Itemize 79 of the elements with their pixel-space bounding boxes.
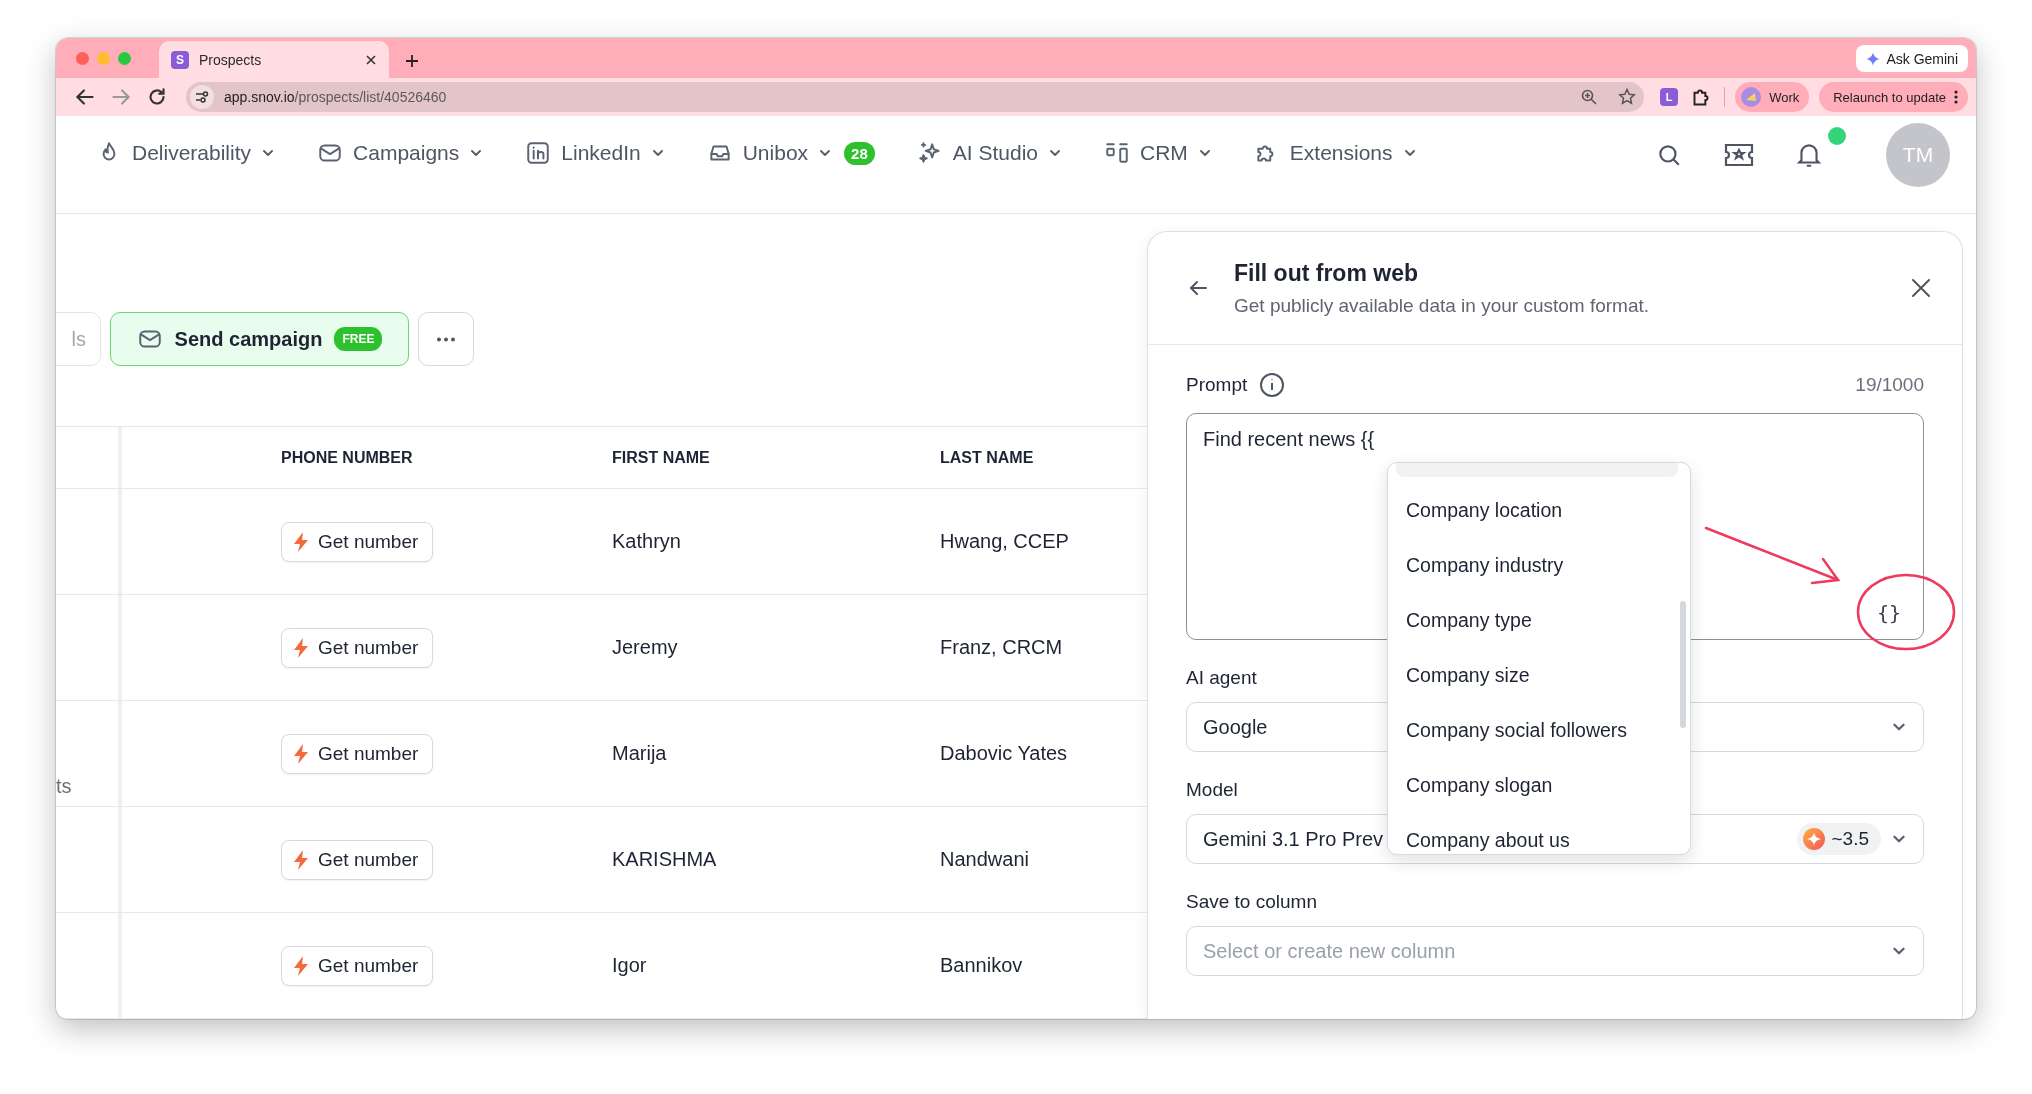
star-coin-icon [1803, 828, 1826, 850]
browser-tab[interactable]: S Prospects [159, 41, 389, 78]
dropdown-option[interactable]: Company location [1388, 483, 1668, 538]
dropdown-option[interactable]: Company industry [1388, 538, 1668, 593]
table-cell: Hwang, CCEP [940, 530, 1069, 553]
get-number-button[interactable]: Get number [281, 945, 434, 986]
close-button[interactable] [1910, 277, 1932, 299]
bell-icon [1796, 141, 1822, 169]
nav-menu-item[interactable]: LinkedIn [525, 140, 665, 166]
table-cell: Jeremy [612, 636, 678, 659]
new-tab-icon[interactable] [405, 54, 419, 68]
ask-gemini-button[interactable]: Ask Gemini [1856, 45, 1968, 72]
column-header: LAST NAME [940, 448, 1034, 467]
info-icon[interactable] [1259, 372, 1286, 398]
scrollbar-thumb[interactable] [1680, 601, 1686, 728]
linkedin-icon [525, 140, 552, 166]
character-counter: 19/1000 [1855, 374, 1924, 396]
dropdown-option[interactable]: Company size [1388, 648, 1668, 703]
lightning-icon [292, 742, 310, 765]
ticket-button[interactable] [1722, 141, 1756, 169]
table-cell: KARISHMA [612, 848, 717, 871]
nav-menu-item[interactable]: Extensions [1253, 140, 1417, 166]
sparkles-icon [916, 140, 943, 166]
table-cell: Kathryn [612, 530, 681, 553]
table-cell: Marija [612, 742, 667, 765]
address-bar[interactable]: app.snov.io/prospects/list/40526460 [186, 82, 1645, 112]
get-number-button[interactable]: Get number [281, 521, 434, 562]
table-cell: Bannikov [940, 954, 1023, 977]
get-number-button[interactable]: Get number [281, 733, 434, 774]
count-badge: 28 [844, 141, 875, 165]
variable-button[interactable]: {} [1868, 597, 1909, 629]
more-icon [1954, 90, 1958, 104]
dropdown-option[interactable]: Company slogan [1388, 758, 1668, 813]
table-cell: Igor [612, 954, 647, 977]
dropdown-option[interactable]: Company type [1388, 593, 1668, 648]
star-icon[interactable] [1618, 88, 1637, 106]
nav-menu-item[interactable]: Campaigns [317, 140, 484, 166]
table-cell: Dabovic Yates [940, 742, 1068, 765]
table-cell: Nandwani [940, 848, 1029, 871]
panel-title: Fill out from web [1234, 259, 1419, 287]
lightning-icon [292, 954, 310, 977]
column-header: PHONE NUMBER [281, 448, 413, 467]
close-icon[interactable] [365, 53, 377, 66]
nav-menu-item[interactable]: Deliverability [96, 140, 276, 166]
send-campaign-button[interactable]: Send campaign FREE [110, 312, 409, 366]
side-label: ts [56, 775, 72, 798]
search-icon [1656, 142, 1682, 168]
nav-menu-item[interactable]: CRM [1104, 140, 1212, 166]
field-label: Save to column [1186, 890, 1317, 914]
nav-menu-item[interactable]: AI Studio [916, 140, 1062, 166]
ticket-icon [1722, 141, 1756, 169]
columns-icon [1104, 140, 1130, 166]
credits-badge: ~3.5 [1797, 823, 1881, 855]
more-icon [436, 336, 456, 342]
favicon: S [171, 50, 189, 69]
free-badge: FREE [334, 327, 383, 351]
url-text: app.snov.io/prospects/list/40526460 [224, 89, 448, 105]
close-icon [1910, 277, 1932, 299]
avatar-icon [1741, 87, 1762, 107]
dropdown-option[interactable]: Company about us [1388, 813, 1668, 854]
get-number-button[interactable]: Get number [281, 839, 434, 880]
search-button[interactable] [1656, 142, 1682, 168]
table-cell: Franz, CRCM [940, 636, 1063, 659]
lightning-icon [292, 530, 310, 553]
panel-subtitle: Get publicly available data in your custom format. [1234, 294, 1651, 317]
field-label: Model [1186, 778, 1238, 802]
zoom-icon[interactable] [1580, 88, 1599, 106]
nav-menu-item[interactable]: Unibox 28 [706, 140, 875, 166]
profile-button[interactable]: Work [1735, 82, 1810, 112]
lightning-icon [292, 636, 310, 659]
site-settings-icon[interactable] [194, 89, 210, 105]
field-label: AI agent [1186, 666, 1257, 690]
field-label: Prompt [1186, 374, 1248, 396]
relaunch-button[interactable]: Relaunch to update [1819, 82, 1968, 112]
get-number-button[interactable]: Get number [281, 627, 434, 668]
extension-icon[interactable]: L [1660, 88, 1679, 106]
lightning-icon [292, 848, 310, 871]
column-header: FIRST NAME [612, 448, 710, 467]
sparkle-icon [1866, 51, 1881, 66]
